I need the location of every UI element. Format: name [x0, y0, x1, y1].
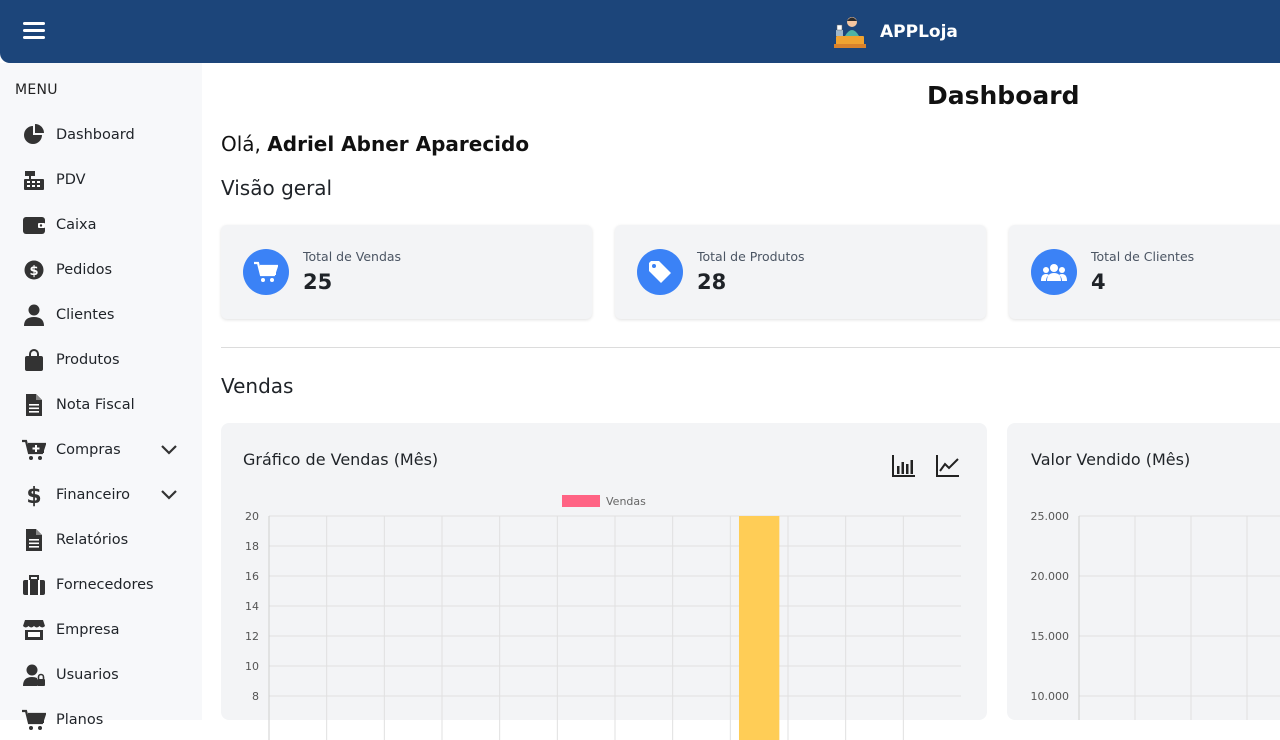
shopping-bag-icon [22, 349, 46, 371]
y-tick-label: 15.000 [1031, 630, 1070, 643]
stat-card-produtos[interactable]: Total de Produtos 28 [615, 225, 986, 319]
value-line-chart: 25.000 20.000 15.000 10.000 [1031, 510, 1280, 720]
user-name: Adriel Abner Aparecido [267, 132, 530, 156]
sidebar-item-caixa[interactable]: Caixa [0, 205, 202, 245]
sidebar-item-label: Fornecedores [56, 577, 154, 593]
sidebar-item-planos[interactable]: Planos [0, 700, 202, 740]
stat-label: Total de Vendas [303, 249, 402, 264]
sidebar-item-label: Pedidos [56, 262, 113, 278]
bar [738, 516, 780, 740]
sidebar-item-fornecedores[interactable]: Fornecedores [0, 565, 202, 605]
y-tick-label: 12 [245, 630, 259, 643]
y-tick-label: 10.000 [1031, 690, 1070, 703]
stat-value: 28 [697, 270, 727, 294]
file-report-icon [22, 529, 46, 551]
file-text-icon [22, 394, 46, 416]
sidebar-item-dashboard[interactable]: Dashboard [0, 115, 202, 155]
hamburger-menu-icon[interactable] [23, 22, 45, 40]
stat-card-vendas[interactable]: Total de Vendas 25 [221, 225, 592, 319]
tag-icon [637, 249, 683, 295]
stat-label: Total de Produtos [697, 249, 805, 264]
sidebar-item-label: Clientes [56, 307, 115, 323]
users-icon [1031, 249, 1077, 295]
y-tick-label: 25.000 [1031, 510, 1070, 523]
divider [221, 347, 1280, 348]
sidebar-item-empresa[interactable]: Empresa [0, 610, 202, 650]
user-lock-icon [22, 664, 46, 686]
cash-register-icon [22, 169, 46, 191]
menu-title: MENU [15, 82, 58, 98]
y-tick-label: 18 [245, 540, 259, 553]
y-tick-label: 10 [245, 660, 259, 673]
svg-text:$: $ [27, 484, 41, 507]
y-tick-label: 16 [245, 570, 259, 583]
store-clerk-logo [834, 17, 866, 48]
sidebar-item-label: PDV [56, 172, 86, 188]
stat-label: Total de Clientes [1091, 249, 1195, 264]
chevron-down-icon[interactable] [160, 488, 178, 502]
sidebar-item-label: Usuarios [56, 667, 119, 683]
chart-pie-icon [22, 124, 46, 146]
sidebar-item-label: Dashboard [56, 127, 135, 143]
greeting: Olá, Adriel Abner Aparecido [221, 132, 529, 156]
sidebar-item-usuarios[interactable]: Usuarios [0, 655, 202, 695]
sales-chart-panel: Gráfico de Vendas (Mês) 20 18 16 14 12 10 8 Ven… [221, 423, 987, 740]
y-tick-label: 8 [252, 690, 259, 703]
dollar-circle-icon: $ [22, 259, 46, 281]
sales-title: Vendas [221, 374, 294, 398]
sales-bar-chart: 20 18 16 14 12 10 8 Vendas [245, 495, 961, 740]
main-content: Dashboard Olá, Adriel Abner Aparecido Vi… [202, 63, 1280, 740]
sidebar-item-compras[interactable]: Compras [0, 430, 202, 470]
cart-icon [243, 249, 289, 295]
stat-value: 4 [1091, 270, 1106, 294]
overview-title: Visão geral [221, 176, 333, 200]
page-title: Dashboard [927, 81, 1080, 110]
sidebar-item-pdv[interactable]: PDV [0, 160, 202, 200]
sidebar-item-label: Financeiro [56, 487, 131, 503]
sidebar-item-label: Relatórios [56, 532, 129, 548]
sidebar-item-pedidos[interactable]: $ Pedidos [0, 250, 202, 290]
value-chart-panel: Valor Vendido (Mês) 25.000 20.000 15.000 10… [1007, 423, 1280, 720]
brand[interactable]: APPLoja [834, 13, 958, 51]
legend-label: Vendas [606, 495, 646, 508]
chevron-down-icon[interactable] [160, 443, 178, 457]
sidebar-item-clientes[interactable]: Clientes [0, 295, 202, 335]
app-name: APPLoja [880, 22, 958, 42]
sidebar-item-financeiro[interactable]: $ Financeiro [0, 475, 202, 515]
suitcase-icon [22, 574, 46, 596]
greeting-prefix: Olá, [221, 132, 261, 156]
sidebar: MENU Dashboard PDV Caixa $ Pedidos Clien… [0, 63, 202, 730]
stat-card-clientes[interactable]: Total de Clientes 4 [1009, 225, 1280, 319]
user-icon [22, 304, 46, 326]
stat-value: 25 [303, 270, 333, 294]
wallet-icon [22, 214, 46, 236]
top-bar: APPLoja [0, 0, 1280, 63]
y-tick-label: 20.000 [1031, 570, 1070, 583]
sidebar-item-label: Planos [56, 712, 104, 728]
sidebar-item-relatorios[interactable]: Relatórios [0, 520, 202, 560]
sidebar-item-nota-fiscal[interactable]: Nota Fiscal [0, 385, 202, 425]
sidebar-item-label: Empresa [56, 622, 120, 638]
dollar-sign-icon: $ [22, 484, 46, 507]
store-icon [22, 619, 46, 641]
sidebar-item-label: Nota Fiscal [56, 397, 135, 413]
sidebar-item-label: Caixa [56, 217, 97, 233]
sidebar-item-produtos[interactable]: Produtos [0, 340, 202, 380]
cart-plus-icon [22, 439, 46, 461]
y-tick-label: 14 [245, 600, 259, 613]
legend-swatch [562, 495, 600, 507]
sidebar-item-label: Compras [56, 442, 121, 458]
y-tick-label: 20 [245, 510, 259, 523]
svg-text:$: $ [29, 264, 38, 279]
sidebar-item-label: Produtos [56, 352, 120, 368]
cart-icon [22, 709, 46, 731]
